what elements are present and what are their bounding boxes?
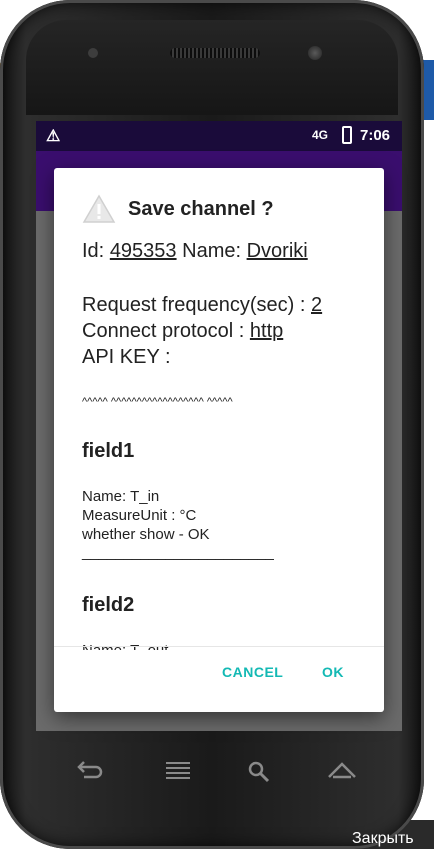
network-icon: 4G (312, 128, 329, 142)
id-value: 495353 (109, 240, 177, 262)
protocol-label: Connect protocol : (82, 320, 245, 342)
phone-top-bezel (26, 20, 398, 115)
warning-icon: ⚠ (46, 128, 61, 145)
navigation-bar (36, 731, 402, 811)
dialog-divider (54, 646, 384, 647)
frequency-line: Request frequency(sec) : 2 (82, 294, 322, 317)
field1-separator: _______________________ (82, 544, 274, 561)
background-close-text: Закрыть (352, 830, 414, 847)
save-channel-dialog: Save channel ? Id: 495353 Name: Dvoriki … (54, 168, 384, 712)
menu-icon[interactable] (164, 759, 192, 788)
field1-title: field1 (82, 440, 135, 462)
warning-triangle-icon (82, 194, 116, 224)
back-icon[interactable] (76, 759, 104, 788)
ok-button[interactable]: OK (322, 664, 344, 680)
cancel-button[interactable]: CANCEL (222, 664, 283, 680)
protocol-line: Connect protocol : http (82, 320, 283, 343)
dialog-message-scroll[interactable]: Id: 495353 Name: Dvoriki Request frequen… (54, 232, 384, 650)
id-label: Id: (82, 240, 105, 262)
protocol-value: http (249, 320, 284, 342)
dialog-title: Save channel ? (128, 197, 274, 220)
frequency-value: 2 (311, 294, 323, 316)
field2-title: field2 (82, 594, 135, 616)
front-camera-icon (308, 46, 322, 60)
field1-name: Name: T_in (82, 488, 160, 505)
search-icon[interactable] (246, 759, 272, 790)
apikey-label: API KEY : (82, 346, 171, 368)
status-bar: ⚠ 4G 7:06 (36, 121, 402, 151)
status-time: 7:06 (360, 127, 391, 144)
id-name-line: Id: 495353 Name: Dvoriki (82, 240, 308, 263)
home-icon[interactable] (326, 759, 358, 788)
field1-unit: MeasureUnit : °C (82, 507, 197, 524)
field1-show: whether show - OK (82, 526, 210, 543)
apikey-value: ^^^^^ ^^^^^^^^^^^^^^^^^^ ^^^^^ (82, 396, 233, 408)
dialog-header: Save channel ? (82, 194, 274, 224)
name-value: Dvoriki (246, 240, 308, 262)
name-label: Name: (182, 240, 242, 262)
battery-icon (342, 126, 352, 144)
earpiece-speaker (170, 48, 260, 58)
frequency-label: Request frequency(sec) : (82, 294, 306, 316)
sensor-icon (88, 48, 98, 58)
